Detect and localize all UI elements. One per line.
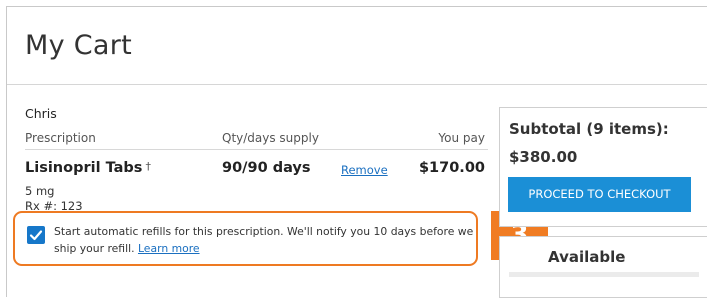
patient-name: Chris: [25, 106, 57, 121]
page-title: My Cart: [25, 30, 133, 61]
item-price: $170.00: [418, 160, 485, 176]
column-header-you-pay: You pay: [438, 131, 485, 145]
dagger-mark: †: [145, 160, 151, 173]
column-header-qty: Qty/days supply: [222, 131, 319, 145]
availability-panel: Available: [499, 236, 707, 298]
proceed-to-checkout-button[interactable]: PROCEED TO CHECKOUT: [508, 177, 691, 212]
drug-strength: 5 mg: [25, 184, 55, 198]
column-header-prescription: Prescription: [25, 131, 96, 145]
auto-refill-text: Start automatic refills for this prescri…: [54, 223, 474, 257]
auto-refill-callout: Start automatic refills for this prescri…: [13, 211, 478, 266]
drug-name-text: Lisinopril Tabs: [25, 160, 143, 176]
auto-refill-message: Start automatic refills for this prescri…: [54, 225, 474, 255]
drug-name: Lisinopril Tabs †: [25, 160, 151, 176]
availability-text-faded: [509, 272, 699, 277]
check-icon: [29, 230, 43, 241]
auto-refill-checkbox[interactable]: [27, 226, 45, 244]
header-divider: [25, 149, 488, 150]
remove-link[interactable]: Remove: [341, 163, 388, 177]
subtotal-label: Subtotal (9 items):: [509, 120, 669, 138]
available-heading: Available: [548, 248, 626, 266]
subtotal-value: $380.00: [509, 148, 578, 166]
learn-more-link[interactable]: Learn more: [138, 242, 200, 255]
qty-days-supply: 90/90 days: [222, 160, 311, 176]
title-divider: [7, 84, 707, 85]
order-summary: Subtotal (9 items): $380.00 PROCEED TO C…: [499, 107, 707, 227]
